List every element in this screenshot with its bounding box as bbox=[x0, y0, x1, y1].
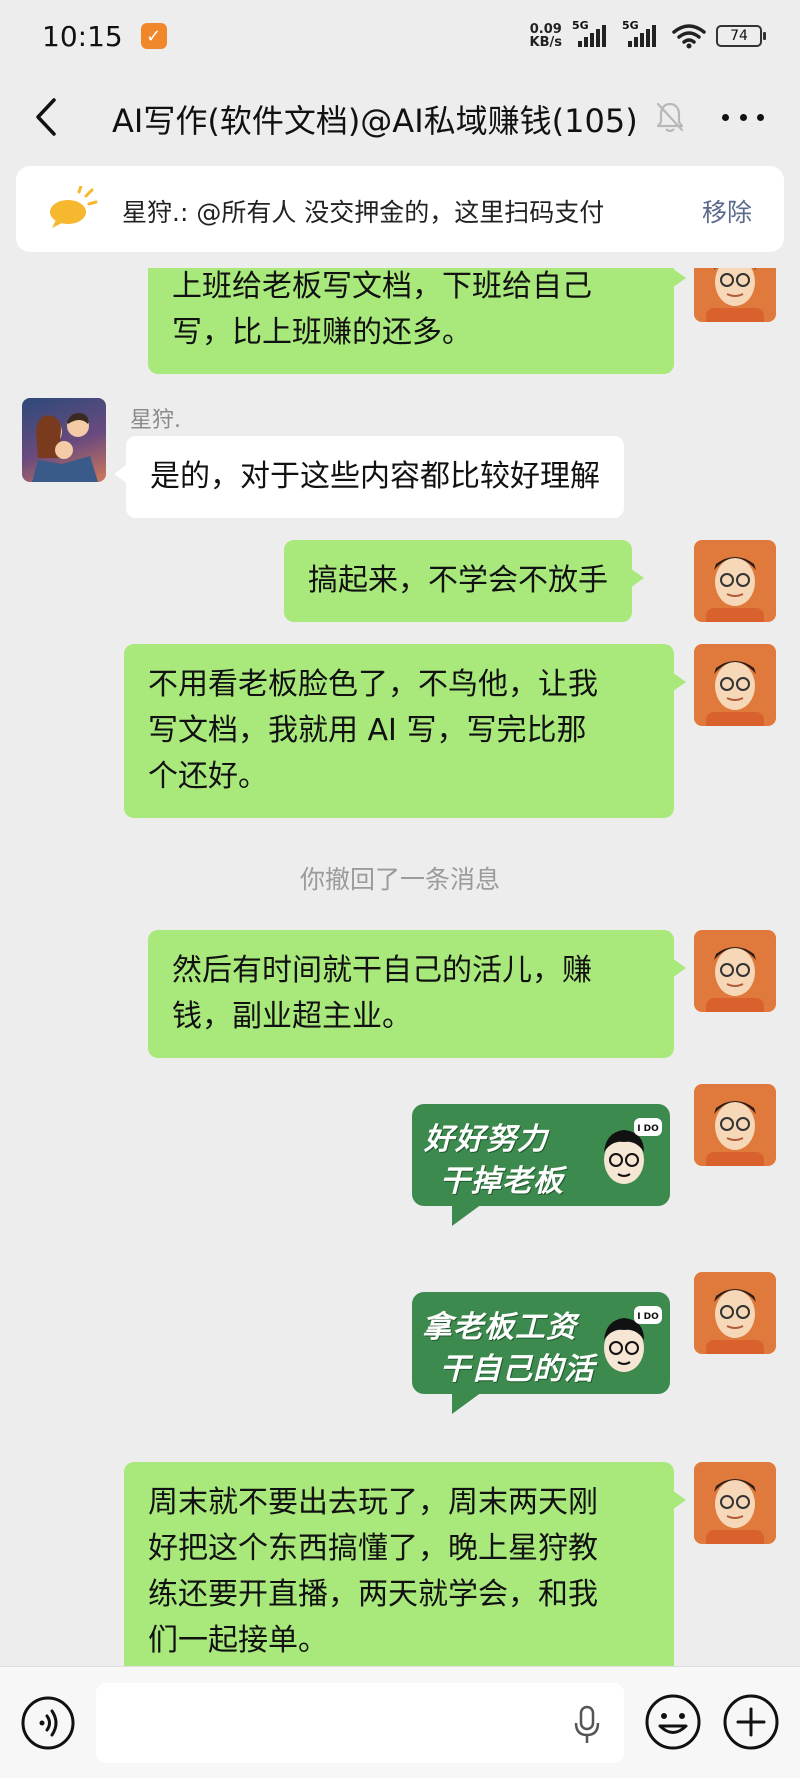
microphone-icon[interactable] bbox=[572, 1705, 602, 1745]
chevron-left-icon[interactable] bbox=[28, 94, 68, 140]
notification-app-icon: ✓ bbox=[140, 23, 167, 49]
message-bubble-mine[interactable]: 上班给老板写文档，下班给自己 写，比上班赚的还多。 bbox=[148, 268, 686, 374]
network-speed: 0.09 KB/s bbox=[530, 23, 562, 49]
battery-indicator: 74 bbox=[716, 25, 766, 47]
status-bar: 10:15 ✓ 0.09 KB/s 5G 5G 74 bbox=[0, 0, 800, 72]
cartoon-face-icon: I DO bbox=[604, 1306, 662, 1372]
status-time: 10:15 bbox=[42, 19, 123, 53]
avatar-me[interactable] bbox=[694, 268, 776, 322]
pinned-message-banner[interactable]: 星狩.: @所有人 没交押金的，这里扫码支付 移除 bbox=[16, 166, 784, 252]
message-bubble-mine[interactable]: 搞起来，不学会不放手 bbox=[284, 540, 644, 622]
pinned-remove-button[interactable]: 移除 bbox=[702, 193, 752, 229]
network-speed-unit: KB/s bbox=[529, 35, 562, 50]
sticker-text-line1: 好好努力 bbox=[424, 1122, 548, 1157]
sticker-message[interactable]: 好好努力 干掉老板 I DO bbox=[412, 1104, 670, 1226]
status-right: 0.09 KB/s 5G 5G 74 bbox=[530, 19, 766, 49]
message-line: 好把这个东西搞懂了，晚上星狩教 bbox=[148, 1531, 598, 1566]
sim1-label: 5G bbox=[572, 19, 589, 32]
chat-title[interactable]: AI写作(软件文档)@AI私域赚钱(105) bbox=[112, 96, 638, 142]
avatar-me[interactable] bbox=[694, 1084, 776, 1166]
sticker-text-line2: 干掉老板 bbox=[440, 1164, 564, 1199]
sim2-label: 5G bbox=[622, 19, 639, 32]
message-bubble-mine[interactable]: 不用看老板脸色了，不鸟他，让我 写文档，我就用 AI 写，写完比那 个还好。 bbox=[124, 644, 686, 818]
chat-message-list[interactable]: 上班给老板写文档，下班给自己 写，比上班赚的还多。 星狩. 是的，对于这些内容都… bbox=[0, 268, 800, 1666]
message-line: 是的，对于这些内容都比较好理解 bbox=[150, 459, 600, 494]
message-line: 周末就不要出去玩了，周末两天刚 bbox=[148, 1485, 598, 1520]
message-line: 钱，副业超主业。 bbox=[172, 999, 412, 1034]
plus-circle-icon[interactable] bbox=[722, 1693, 780, 1751]
message-bubble-other[interactable]: 是的，对于这些内容都比较好理解 bbox=[114, 436, 624, 518]
sticker-text-line1: 拿老板工资 bbox=[422, 1310, 577, 1345]
avatar-me[interactable] bbox=[694, 930, 776, 1012]
message-bubble-mine[interactable]: 然后有时间就干自己的活儿，赚 钱，副业超主业。 bbox=[148, 930, 686, 1058]
avatar-me[interactable] bbox=[694, 1272, 776, 1354]
sticker-text-line2: 干自己的活 bbox=[440, 1352, 595, 1387]
sticker-tag: I DO bbox=[637, 1312, 659, 1322]
chat-input-bar bbox=[0, 1666, 800, 1778]
message-line: 写，比上班赚的还多。 bbox=[172, 315, 472, 350]
sticker-message[interactable]: 拿老板工资 干自己的活 I DO bbox=[412, 1292, 670, 1414]
more-dots-icon[interactable] bbox=[722, 100, 764, 134]
chat-header: AI写作(软件文档)@AI私域赚钱(105) bbox=[0, 72, 800, 162]
message-line: 写文档，我就用 AI 写，写完比那 bbox=[148, 713, 587, 748]
message-bubble-mine[interactable]: 周末就不要出去玩了，周末两天刚 好把这个东西搞懂了，晚上星狩教 练还要开直播，两… bbox=[124, 1462, 686, 1666]
avatar-me[interactable] bbox=[694, 1462, 776, 1544]
sender-name: 星狩. bbox=[130, 408, 181, 433]
bell-off-icon bbox=[656, 102, 684, 133]
signal-sim1-icon: 5G bbox=[572, 19, 612, 47]
message-line: 不用看老板脸色了，不鸟他，让我 bbox=[148, 667, 598, 702]
signal-sim2-icon: 5G bbox=[622, 19, 662, 47]
battery-level: 74 bbox=[730, 28, 748, 44]
pinned-message-text: 星狩.: @所有人 没交押金的，这里扫码支付 bbox=[122, 198, 605, 227]
avatar-me[interactable] bbox=[694, 540, 776, 622]
voice-wave-icon[interactable] bbox=[20, 1695, 76, 1751]
message-line: 们一起接单。 bbox=[148, 1623, 328, 1658]
sticker-tag: I DO bbox=[637, 1124, 659, 1134]
cartoon-face-icon: I DO bbox=[604, 1118, 662, 1184]
system-recalled-message: 你撤回了一条消息 bbox=[299, 865, 500, 894]
message-line: 然后有时间就干自己的活儿，赚 bbox=[172, 953, 592, 988]
message-input[interactable] bbox=[96, 1683, 624, 1763]
megaphone-icon bbox=[50, 186, 98, 228]
avatar-other-user[interactable] bbox=[22, 398, 106, 482]
status-left: 10:15 ✓ bbox=[42, 20, 167, 53]
emoji-icon[interactable] bbox=[644, 1693, 702, 1751]
message-line: 搞起来，不学会不放手 bbox=[308, 563, 608, 598]
wifi-icon bbox=[672, 24, 706, 49]
message-line: 练还要开直播，两天就学会，和我 bbox=[148, 1577, 598, 1612]
avatar-me[interactable] bbox=[694, 644, 776, 726]
message-line: 个还好。 bbox=[148, 759, 268, 794]
message-line: 上班给老板写文档，下班给自己 bbox=[172, 269, 592, 304]
